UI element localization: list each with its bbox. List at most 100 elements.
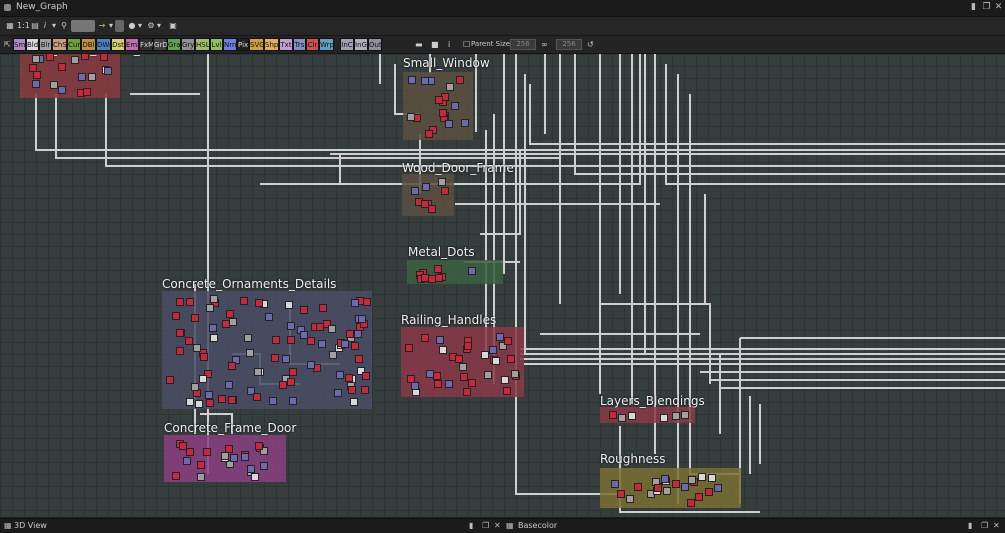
filter-chip-trs[interactable]: Trs [293,38,306,51]
graph-node[interactable] [166,376,174,384]
graph-node[interactable] [225,445,233,453]
graph-node[interactable] [351,299,359,307]
graph-node[interactable] [203,448,211,456]
graph-node[interactable] [708,474,716,482]
graph-node[interactable] [271,354,279,362]
graph-node[interactable] [32,55,40,63]
graph-node[interactable] [428,205,436,213]
parent-size-height[interactable]: 256 [556,39,582,50]
graph-node[interactable] [681,483,689,491]
parent-size-width[interactable]: 256 [510,39,536,50]
graph-canvas[interactable]: Mask_Wood_Frame_VerticalSmall_WindowWood… [0,54,1005,517]
graph-node[interactable] [195,400,203,408]
graph-node[interactable] [307,361,315,369]
graph-node[interactable] [634,483,642,491]
gear-dropdown-icon[interactable]: ▾ [156,20,162,32]
graph-node[interactable] [269,397,277,405]
graph-node[interactable] [200,353,208,361]
graph-node[interactable] [445,120,453,128]
graph-node[interactable] [411,187,419,195]
graph-node[interactable] [176,298,184,306]
graph-node[interactable] [341,340,349,348]
graph-node[interactable] [698,473,706,481]
filter-chip-dwr[interactable]: DWr [96,38,112,51]
graph-node[interactable] [435,274,443,282]
graph-node[interactable] [434,265,442,273]
filter-chip-blr[interactable]: Blr [39,38,52,51]
graph-node[interactable] [81,54,89,60]
graph-node[interactable] [260,462,268,470]
graph-node[interactable] [300,306,308,314]
bulb-dropdown-icon[interactable]: ▾ [137,20,143,32]
filter-chip-pix[interactable]: Pix [237,38,249,51]
graph-node[interactable] [329,351,337,359]
graph-node[interactable] [695,493,703,501]
graph-node[interactable] [672,480,680,488]
graph-node[interactable] [355,355,363,363]
graph-node[interactable] [218,395,226,403]
graph-node[interactable] [186,448,194,456]
graph-node[interactable] [244,334,252,342]
close-icon[interactable]: ✕ [494,521,501,530]
graph-node[interactable] [289,397,297,405]
graph-node[interactable] [210,295,218,303]
graph-node[interactable] [405,344,413,352]
graph-node[interactable] [714,484,722,492]
graph-node[interactable] [225,381,233,389]
graph-node[interactable] [253,393,261,401]
filter-chip-txt[interactable]: Txt [279,38,293,51]
graph-node[interactable] [345,374,353,382]
graph-node[interactable] [446,83,454,91]
graph-node[interactable] [254,368,262,376]
filter-chip-bld[interactable]: Bld [26,38,39,51]
image-icon[interactable]: ▤ [30,20,40,32]
graph-node[interactable] [461,119,469,127]
graph-node[interactable] [58,86,66,94]
graph-node[interactable] [504,337,512,345]
filter-chip-grd[interactable]: GrD [153,38,168,51]
graph-node[interactable] [197,473,205,481]
reset-size-icon[interactable]: ↺ [587,39,594,50]
filter-chip-clr[interactable]: Clr [306,38,319,51]
filter-chip-gra[interactable]: Gra [167,38,181,51]
maximize-icon[interactable]: ❐ [981,521,988,530]
graph-node[interactable] [172,472,180,480]
graph-node[interactable] [300,331,308,339]
graph-node[interactable] [289,368,297,376]
filter-chip-ing[interactable]: InG [354,38,368,51]
graph-node[interactable] [507,355,515,363]
info-icon[interactable]: i [448,39,450,50]
graph-node[interactable] [421,274,429,282]
graph-node[interactable] [191,314,199,322]
display-icon[interactable]: ▣ [168,20,178,32]
graph-node[interactable] [362,372,370,380]
graph-node[interactable] [285,301,293,309]
maximize-icon[interactable]: ❐ [482,521,489,530]
close-icon[interactable]: ✕ [993,521,1000,530]
graph-node[interactable] [46,54,54,61]
filter-chip-dbl[interactable]: DBl [81,38,96,51]
graph-node[interactable] [441,187,449,195]
graph-node[interactable] [464,342,472,350]
graph-node[interactable] [104,67,112,75]
link-size-icon[interactable]: ∞ [541,39,548,50]
graph-node[interactable] [228,362,236,370]
filter-chip-fxm[interactable]: FxM [139,38,154,51]
graph-node[interactable] [287,336,295,344]
graph-node[interactable] [206,304,214,312]
graph-node[interactable] [425,130,433,138]
maximize-icon[interactable]: ❐ [981,2,992,13]
graph-node[interactable] [210,334,218,342]
graph-node[interactable] [460,373,468,381]
filter-chip-emb[interactable]: Emb [125,38,142,51]
graph-node[interactable] [481,351,489,359]
graph-node[interactable] [255,442,263,450]
graph-node[interactable] [100,54,108,61]
graph-node[interactable] [32,80,40,88]
graph-node[interactable] [255,299,263,307]
graph-node[interactable] [186,298,194,306]
graph-node[interactable] [71,56,79,64]
graph-node[interactable] [688,476,696,484]
search-icon[interactable]: ⚲ [59,20,69,32]
graph-node[interactable] [279,381,287,389]
